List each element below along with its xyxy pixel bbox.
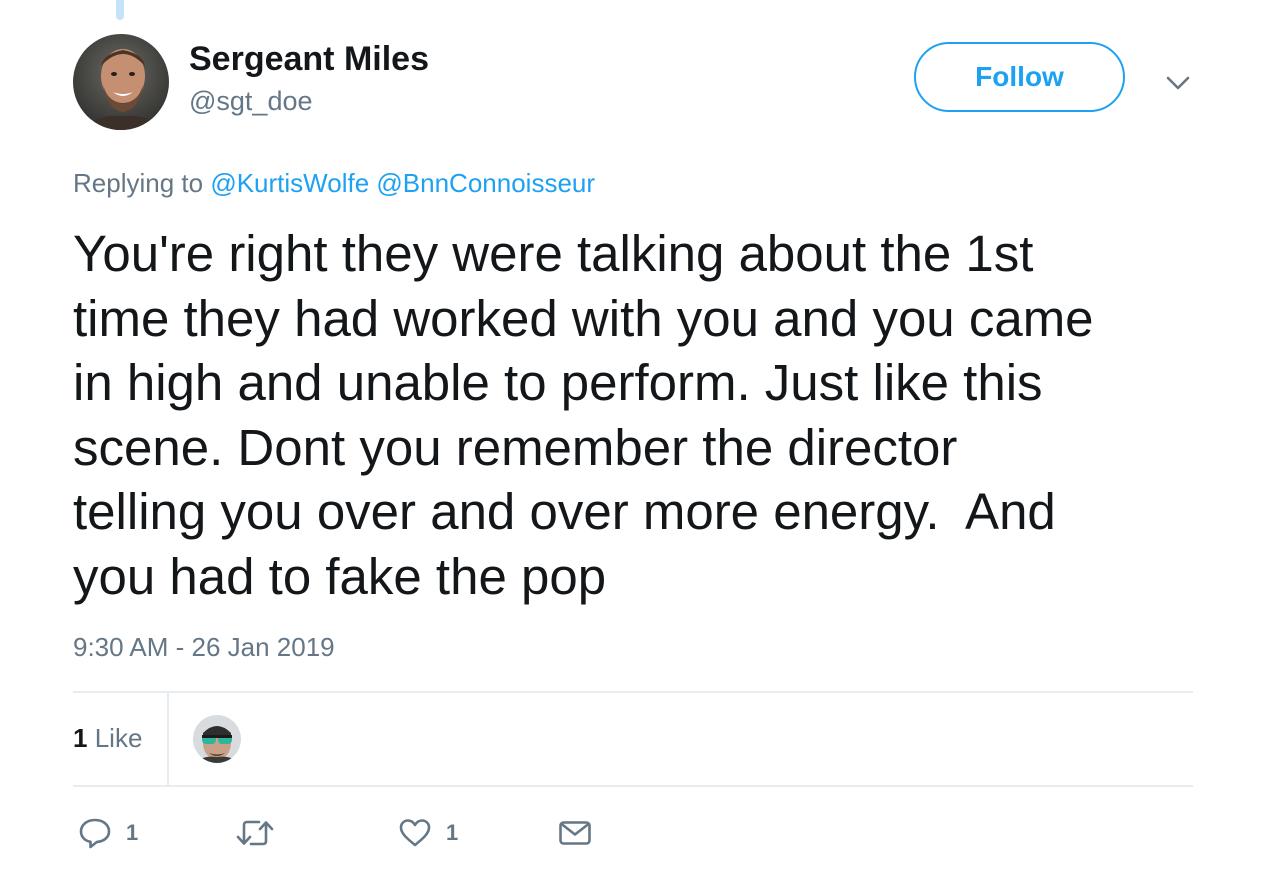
stats-vertical-divider: [167, 693, 169, 785]
chevron-down-icon[interactable]: [1163, 68, 1193, 98]
reply-icon: [78, 816, 112, 850]
thread-connector-line: [116, 0, 124, 20]
stats-divider-top: [73, 691, 1193, 693]
like-count: 1: [446, 820, 459, 845]
author-avatar[interactable]: [73, 34, 169, 130]
tweet-text-line: in high and unable to perform. Just like…: [73, 354, 1043, 411]
replying-to-mention[interactable]: @KurtisWolfe: [210, 168, 369, 198]
like-button[interactable]: 1: [398, 814, 458, 852]
reply-count: 1: [126, 820, 139, 845]
likes-stat[interactable]: 1 Like: [73, 723, 142, 754]
replying-to-mention[interactable]: @BnnConnoisseur: [376, 168, 595, 198]
reply-button[interactable]: 1: [78, 814, 138, 852]
retweet-icon: [235, 816, 275, 850]
likes-stat-label: Like: [94, 723, 143, 753]
author-display-name[interactable]: Sergeant Miles: [189, 40, 429, 79]
direct-message-button[interactable]: [558, 814, 592, 852]
replying-to-prefix: Replying to: [73, 168, 204, 198]
likes-stat-count: 1: [73, 723, 88, 753]
liker-avatar[interactable]: [193, 715, 241, 763]
envelope-icon: [558, 816, 592, 850]
tweet-text-line: telling you over and over more energy. A…: [73, 483, 1056, 540]
stats-divider-bottom: [73, 785, 1193, 787]
retweet-button[interactable]: [235, 814, 289, 852]
tweet-text: You're right they were talking about the…: [73, 222, 1208, 609]
tweet-timestamp[interactable]: 9:30 AM - 26 Jan 2019: [73, 632, 335, 663]
follow-button[interactable]: Follow: [914, 42, 1125, 112]
replying-to-line: Replying to @KurtisWolfe @BnnConnoisseur: [73, 168, 595, 199]
author-handle[interactable]: @sgt_doe: [189, 86, 313, 117]
heart-icon: [398, 816, 432, 850]
tweet-text-line: you had to fake the pop: [73, 547, 607, 605]
tweet-text-line: time they had worked with you and you ca…: [73, 289, 1094, 347]
tweet-text-line: scene. Dont you remember the director: [73, 418, 958, 476]
tweet-text-line: You're right they were talking about the…: [73, 225, 1034, 282]
